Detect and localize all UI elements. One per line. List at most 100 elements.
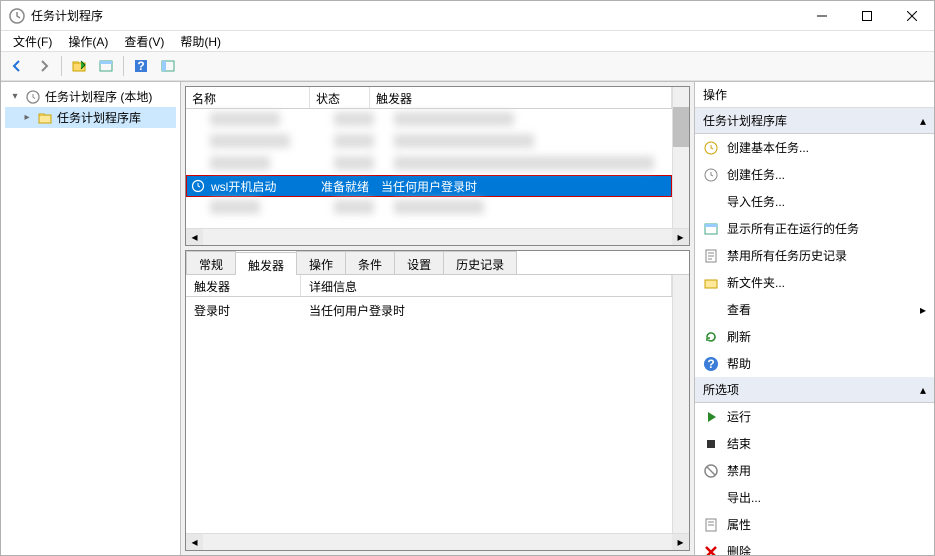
task-row[interactable] xyxy=(186,109,672,131)
properties-icon xyxy=(703,517,719,533)
detail-header-trigger[interactable]: 触发器 xyxy=(186,275,301,296)
task-list: 名称 状态 触发器 xyxy=(185,86,690,246)
back-button[interactable] xyxy=(5,54,29,78)
task-status: 准备就绪 xyxy=(315,176,375,197)
horizontal-scrollbar[interactable]: ◂ ▸ xyxy=(186,228,689,245)
running-tasks-icon xyxy=(703,221,719,237)
refresh-icon xyxy=(703,329,719,345)
menu-view[interactable]: 查看(V) xyxy=(116,31,172,52)
action-label: 帮助 xyxy=(727,355,751,372)
action-show-running[interactable]: 显示所有正在运行的任务 xyxy=(695,215,934,242)
action-import-task[interactable]: 导入任务... xyxy=(695,188,934,215)
vertical-scrollbar[interactable] xyxy=(672,87,689,228)
header-status[interactable]: 状态 xyxy=(310,87,370,108)
task-trigger: 当任何用户登录时 xyxy=(375,176,671,197)
horizontal-scrollbar[interactable]: ◂ ▸ xyxy=(186,533,689,550)
app-icon xyxy=(9,8,25,24)
action-label: 显示所有正在运行的任务 xyxy=(727,220,859,237)
scroll-left-icon[interactable]: ◂ xyxy=(186,229,203,245)
menu-action[interactable]: 操作(A) xyxy=(60,31,116,52)
tree-library-label: 任务计划程序库 xyxy=(57,109,141,126)
actions-section-selected[interactable]: 所选项 ▴ xyxy=(695,377,934,403)
action-new-folder[interactable]: 新文件夹... xyxy=(695,269,934,296)
close-button[interactable] xyxy=(889,1,934,30)
task-row[interactable] xyxy=(186,153,672,175)
menu-file[interactable]: 文件(F) xyxy=(5,31,60,52)
tab-conditions[interactable]: 条件 xyxy=(345,251,395,274)
tree-collapse-icon[interactable]: ▾ xyxy=(9,91,21,102)
action-properties[interactable]: 属性 xyxy=(695,511,934,538)
tree-panel: ▾ 任务计划程序 (本地) ▸ 任务计划程序库 xyxy=(1,82,181,555)
tab-actions[interactable]: 操作 xyxy=(296,251,346,274)
action-refresh[interactable]: 刷新 xyxy=(695,323,934,350)
task-row[interactable] xyxy=(186,197,672,219)
detail-row[interactable]: 登录时 当任何用户登录时 xyxy=(186,297,672,324)
forward-button[interactable] xyxy=(32,54,56,78)
tree-root[interactable]: ▾ 任务计划程序 (本地) xyxy=(5,86,176,107)
header-trigger[interactable]: 触发器 xyxy=(370,87,672,108)
vertical-scrollbar[interactable] xyxy=(672,275,689,533)
create-basic-task-icon xyxy=(703,140,719,156)
minimize-button[interactable] xyxy=(799,1,844,30)
action-disable[interactable]: 禁用 xyxy=(695,457,934,484)
task-row-selected[interactable]: wsl开机启动 准备就绪 当任何用户登录时 xyxy=(186,175,672,197)
action-label: 删除 xyxy=(727,543,751,555)
action-create-basic-task[interactable]: 创建基本任务... xyxy=(695,134,934,161)
disable-icon xyxy=(703,463,719,479)
action-label: 导出... xyxy=(727,489,761,506)
action-help[interactable]: ? 帮助 xyxy=(695,350,934,377)
action-disable-history[interactable]: 禁用所有任务历史记录 xyxy=(695,242,934,269)
tree-expand-icon[interactable]: ▸ xyxy=(21,112,33,123)
actions-section-label: 任务计划程序库 xyxy=(703,112,787,129)
detail-trigger-value: 登录时 xyxy=(186,300,301,321)
help-icon: ? xyxy=(703,356,719,372)
tab-settings[interactable]: 设置 xyxy=(394,251,444,274)
new-folder-icon xyxy=(703,275,719,291)
svg-text:?: ? xyxy=(707,357,714,371)
tab-triggers[interactable]: 触发器 xyxy=(235,252,297,275)
view-icon xyxy=(703,302,719,318)
task-list-header: 名称 状态 触发器 xyxy=(186,87,672,109)
task-row[interactable] xyxy=(186,131,672,153)
scroll-right-icon[interactable]: ▸ xyxy=(672,534,689,550)
collapse-icon: ▴ xyxy=(920,383,926,397)
maximize-button[interactable] xyxy=(844,1,889,30)
action-label: 禁用 xyxy=(727,462,751,479)
action-create-task[interactable]: 创建任务... xyxy=(695,161,934,188)
help-button[interactable]: ? xyxy=(129,54,153,78)
panel-button[interactable] xyxy=(94,54,118,78)
export-icon xyxy=(703,490,719,506)
tabs: 常规 触发器 操作 条件 设置 历史记录 xyxy=(186,251,689,275)
tab-history[interactable]: 历史记录 xyxy=(443,251,517,274)
menu-help[interactable]: 帮助(H) xyxy=(172,31,229,52)
scroll-right-icon[interactable]: ▸ xyxy=(672,229,689,245)
action-label: 属性 xyxy=(727,516,751,533)
tree-root-label: 任务计划程序 (本地) xyxy=(45,88,152,105)
end-icon xyxy=(703,436,719,452)
action-view[interactable]: 查看 ▸ xyxy=(695,296,934,323)
actions-section-library[interactable]: 任务计划程序库 ▴ xyxy=(695,108,934,134)
action-label: 刷新 xyxy=(727,328,751,345)
action-label: 结束 xyxy=(727,435,751,452)
run-icon xyxy=(703,409,719,425)
action-label: 创建任务... xyxy=(727,166,785,183)
action-label: 运行 xyxy=(727,408,751,425)
menubar: 文件(F) 操作(A) 查看(V) 帮助(H) xyxy=(1,31,934,51)
scroll-left-icon[interactable]: ◂ xyxy=(186,534,203,550)
collapse-icon: ▴ xyxy=(920,114,926,128)
detail-header-detail[interactable]: 详细信息 xyxy=(301,275,672,296)
svg-text:?: ? xyxy=(137,59,144,73)
folder-button[interactable] xyxy=(67,54,91,78)
actions-panel: 操作 任务计划程序库 ▴ 创建基本任务... 创建任务... 导入任务... 显… xyxy=(694,82,934,555)
panel2-button[interactable] xyxy=(156,54,180,78)
tree-library[interactable]: ▸ 任务计划程序库 xyxy=(5,107,176,128)
create-task-icon xyxy=(703,167,719,183)
action-run[interactable]: 运行 xyxy=(695,403,934,430)
action-label: 查看 xyxy=(727,301,751,318)
tab-general[interactable]: 常规 xyxy=(186,251,236,274)
header-name[interactable]: 名称 xyxy=(186,87,310,108)
action-delete[interactable]: 删除 xyxy=(695,538,934,555)
action-end[interactable]: 结束 xyxy=(695,430,934,457)
middle-panel: 名称 状态 触发器 xyxy=(181,82,694,555)
action-export[interactable]: 导出... xyxy=(695,484,934,511)
